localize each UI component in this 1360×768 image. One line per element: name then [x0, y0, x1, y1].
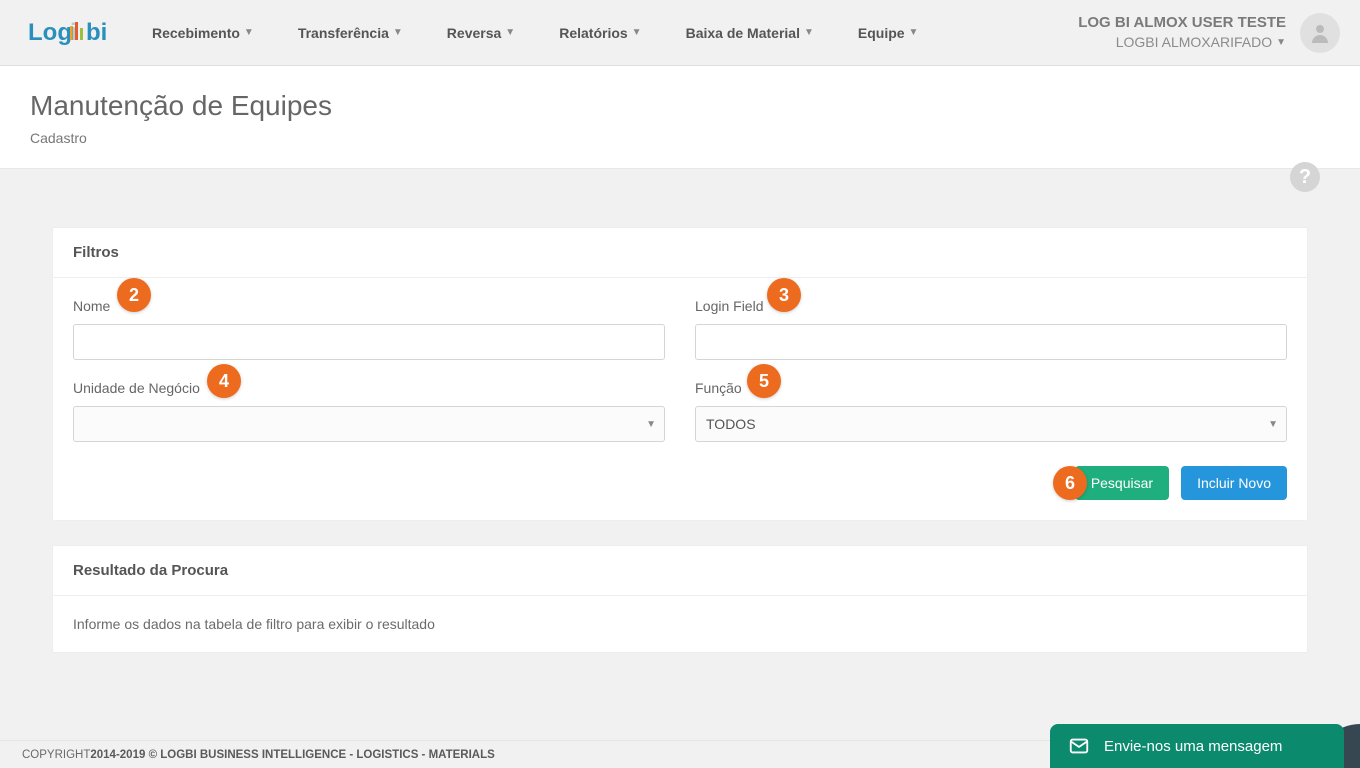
annotation-badge-3: 3 [767, 278, 801, 312]
field-nome: 2 Nome [73, 298, 665, 360]
select-unidade[interactable]: ▼ [73, 406, 665, 442]
user-menu[interactable]: LOG BI ALMOX USER TESTE LOGBI ALMOXARIFA… [1078, 13, 1340, 53]
nav-label: Equipe [858, 25, 905, 41]
label-funcao: Função [695, 380, 1287, 396]
caret-down-icon: ▼ [393, 27, 403, 38]
caret-down-icon: ▼ [909, 27, 919, 38]
search-button[interactable]: Pesquisar [1075, 466, 1169, 500]
caret-down-icon: ▼ [646, 419, 656, 430]
svg-text:Log: Log [28, 19, 72, 46]
nav-label: Transferência [298, 25, 389, 41]
nav-label: Relatórios [559, 25, 627, 41]
nav-recebimento[interactable]: Recebimento ▼ [152, 25, 254, 41]
input-nome[interactable] [73, 324, 665, 360]
svg-text:bi: bi [86, 19, 107, 46]
breadcrumb: Cadastro [30, 130, 1330, 146]
field-login: 3 Login Field [695, 298, 1287, 360]
main-nav: Recebimento▼ Transferência▼ Reversa▼ Rel… [152, 25, 918, 41]
results-heading: Resultado da Procura [53, 546, 1307, 596]
filters-heading: Filtros [53, 228, 1307, 278]
results-panel: Resultado da Procura Informe os dados na… [52, 545, 1308, 653]
annotation-badge-6: 6 [1053, 466, 1087, 500]
caret-down-icon: ▼ [1276, 36, 1286, 50]
nav-reversa[interactable]: Reversa▼ [447, 25, 515, 41]
logo[interactable]: Log i bi [28, 18, 112, 48]
content: Filtros 2 Nome 4 Unidade de Negócio ▼ [0, 169, 1360, 697]
mail-icon [1068, 735, 1090, 757]
page-header: Manutenção de Equipes Cadastro ? [0, 66, 1360, 169]
svg-text:i: i [70, 19, 77, 46]
annotation-badge-5: 5 [747, 364, 781, 398]
chat-widget[interactable]: Envie-nos uma mensagem [1050, 724, 1344, 768]
nav-baixa-material[interactable]: Baixa de Material ▼ [686, 25, 814, 41]
user-subunit-label: LOGBI ALMOXARIFADO [1116, 33, 1272, 52]
select-funcao[interactable]: TODOS ▼ [695, 406, 1287, 442]
topbar: Log i bi Recebimento ▼ Transferência ▼ Rev… [0, 0, 1360, 66]
footer-text: 2014-2019 © LOGBI BUSINESS INTELLIGENCE … [90, 749, 494, 761]
nav-relatorios[interactable]: Relatórios ▼ [559, 25, 641, 41]
nav-label: Baixa de Material [686, 25, 800, 41]
select-funcao-value: TODOS [706, 416, 756, 432]
footer-prefix: COPYRIGHT [22, 749, 90, 761]
nav-equipe[interactable]: Equipe ▼ [858, 25, 919, 41]
page-title: Manutenção de Equipes [30, 90, 1330, 122]
field-unidade: 4 Unidade de Negócio ▼ [73, 380, 665, 442]
user-name: LOG BI ALMOX USER TESTE [1078, 13, 1286, 33]
field-funcao: 5 Função TODOS ▼ [695, 380, 1287, 442]
input-login[interactable] [695, 324, 1287, 360]
nav-label: Recebimento [152, 25, 240, 41]
caret-down-icon: ▼ [244, 27, 254, 38]
label-unidade: Unidade de Negócio [73, 380, 665, 396]
avatar[interactable] [1300, 13, 1340, 53]
filters-panel: Filtros 2 Nome 4 Unidade de Negócio ▼ [52, 227, 1308, 521]
user-text-block: LOG BI ALMOX USER TESTE LOGBI ALMOXARIFA… [1078, 13, 1286, 52]
annotation-badge-2: 2 [117, 278, 151, 312]
caret-down-icon: ▼ [505, 27, 515, 38]
new-button[interactable]: Incluir Novo [1181, 466, 1287, 500]
caret-down-icon: ▼ [804, 27, 814, 38]
help-icon[interactable]: ? [1290, 162, 1320, 192]
user-subunit: LOGBI ALMOXARIFADO ▼ [1078, 33, 1286, 52]
caret-down-icon: ▼ [1268, 419, 1278, 430]
nav-transferencia[interactable]: Transferência ▼ [298, 25, 403, 41]
results-empty-message: Informe os dados na tabela de filtro par… [73, 616, 1287, 632]
nav-label: Reversa [447, 25, 502, 41]
label-nome: Nome [73, 298, 665, 314]
caret-down-icon: ▼ [632, 27, 642, 38]
annotation-badge-4: 4 [207, 364, 241, 398]
chat-text: Envie-nos uma mensagem [1104, 738, 1282, 755]
